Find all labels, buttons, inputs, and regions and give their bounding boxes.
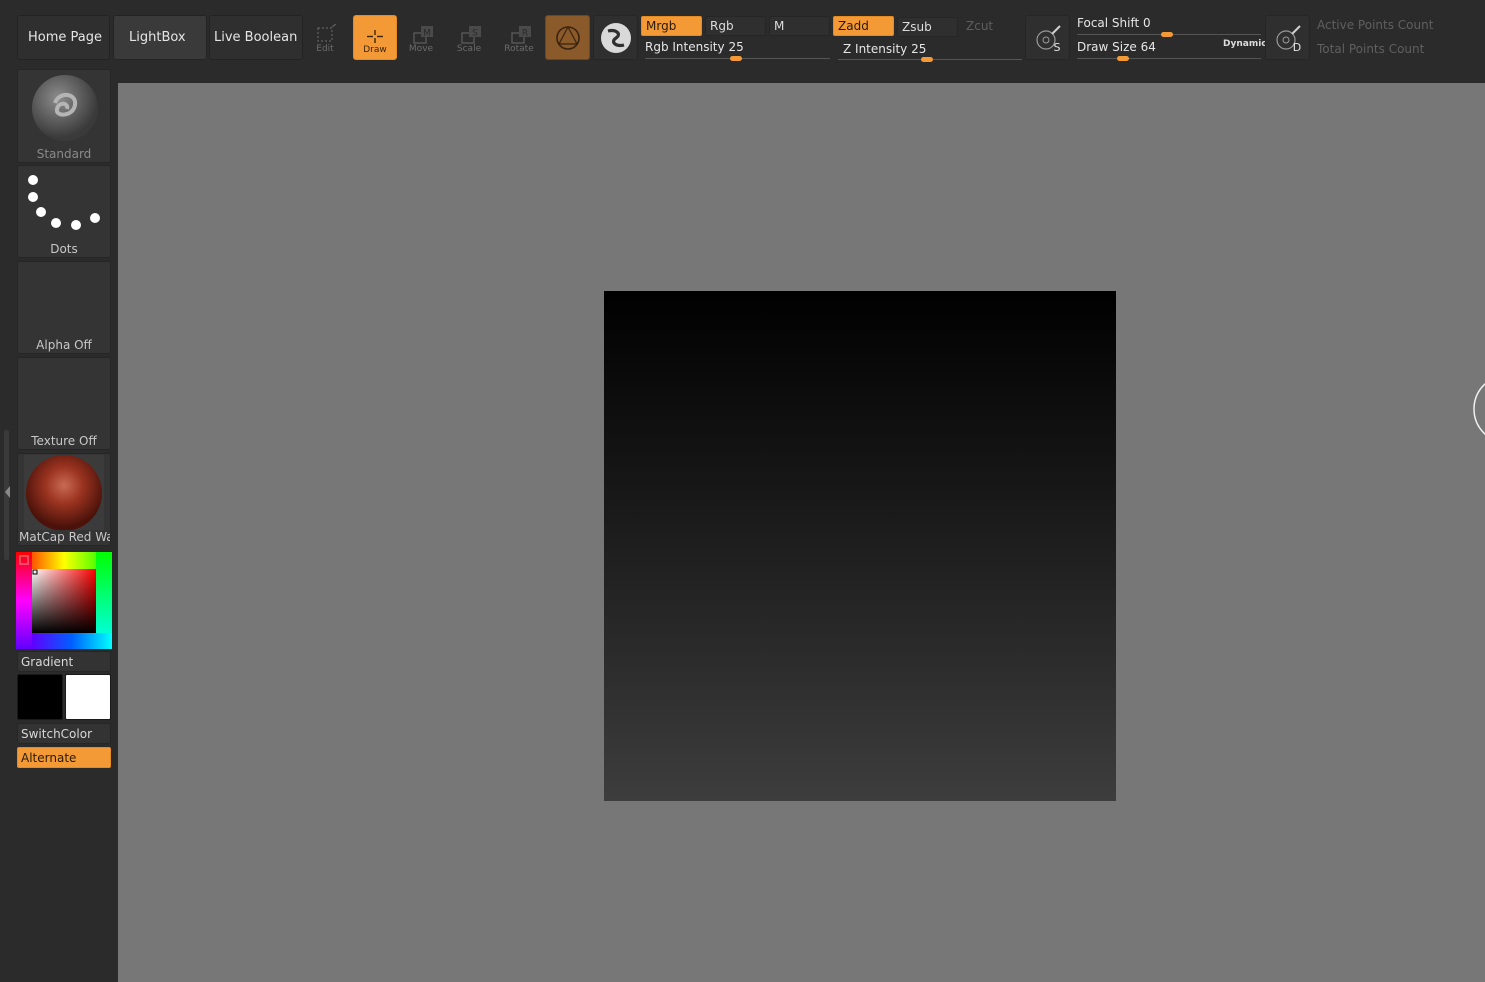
brush-d-letter: D bbox=[1293, 41, 1301, 54]
sculptris-icon bbox=[601, 23, 631, 53]
move-icon: M bbox=[413, 26, 433, 44]
draw-icon bbox=[367, 30, 383, 43]
brush-s-button[interactable]: S bbox=[1025, 15, 1070, 60]
brush-label: Standard bbox=[36, 147, 92, 161]
rgb-intensity-label: Rgb Intensity bbox=[645, 40, 725, 54]
color-picker-wheel[interactable] bbox=[16, 552, 112, 649]
edit-icon bbox=[317, 24, 337, 42]
rotate-icon: R bbox=[511, 26, 531, 44]
navigation-gizmo[interactable] bbox=[1472, 375, 1485, 445]
material-sphere-icon bbox=[556, 26, 580, 50]
move-label: Move bbox=[408, 44, 434, 54]
draw-tool-button[interactable]: Draw bbox=[353, 15, 397, 60]
alternate-button[interactable]: Alternate bbox=[17, 747, 111, 768]
stroke-label: Dots bbox=[50, 242, 78, 256]
rgb-intensity-knob[interactable] bbox=[730, 56, 742, 61]
shelf-collapse-handle[interactable] bbox=[4, 430, 10, 560]
zadd-button[interactable]: Zadd bbox=[833, 16, 894, 36]
lightbox-button[interactable]: LightBox bbox=[113, 15, 207, 60]
material-label: MatCap Red Wax bbox=[19, 530, 110, 544]
m-button[interactable]: M bbox=[769, 16, 830, 36]
alpha-tile[interactable]: Alpha Off bbox=[17, 261, 111, 354]
gradient-button[interactable]: Gradient bbox=[17, 651, 111, 672]
rotate-label: Rotate bbox=[504, 44, 534, 54]
draw-size-label: Draw Size bbox=[1077, 40, 1137, 54]
main-color-swatch[interactable] bbox=[17, 674, 63, 720]
svg-text:M: M bbox=[423, 29, 431, 39]
scale-label: Scale bbox=[456, 44, 482, 54]
draw-label: Draw bbox=[363, 45, 387, 55]
brush-tile[interactable]: Standard bbox=[17, 69, 111, 163]
gizmo-circle-icon bbox=[1473, 382, 1485, 436]
focal-shift-label: Focal Shift bbox=[1077, 16, 1140, 30]
rgb-button[interactable]: Rgb bbox=[705, 16, 766, 36]
dots-stroke-icon bbox=[28, 175, 100, 230]
brush-s-icon: S bbox=[1036, 25, 1061, 54]
brush-d-button[interactable]: D bbox=[1265, 15, 1310, 60]
switch-color-button[interactable]: SwitchColor bbox=[17, 723, 111, 744]
z-intensity-slider[interactable]: Z Intensity 25 bbox=[843, 42, 926, 56]
chevron-left-icon bbox=[5, 486, 10, 498]
brush-d-icon: D bbox=[1276, 25, 1301, 54]
rgb-intensity-slider[interactable]: Rgb Intensity 25 bbox=[645, 40, 744, 54]
matcap-sphere-icon bbox=[24, 455, 104, 530]
focal-shift-value: 0 bbox=[1143, 16, 1151, 30]
active-points-count: Active Points Count bbox=[1317, 18, 1434, 32]
color-picker[interactable] bbox=[16, 552, 112, 649]
stroke-tile[interactable]: Dots bbox=[17, 165, 111, 258]
rgb-intensity-value: 25 bbox=[728, 40, 744, 54]
texture-tile[interactable]: Texture Off bbox=[17, 357, 111, 450]
secondary-color-swatch[interactable] bbox=[65, 674, 111, 720]
scale-tool-button[interactable]: S Scale bbox=[447, 15, 491, 60]
brush-s-letter: S bbox=[1054, 41, 1061, 54]
edit-label: Edit bbox=[316, 44, 334, 54]
standard-brush-icon bbox=[32, 75, 98, 141]
edit-tool-button[interactable]: Edit bbox=[303, 15, 347, 60]
sculptris-pro-button[interactable] bbox=[593, 15, 638, 60]
texture-label: Texture Off bbox=[31, 434, 97, 448]
alpha-label: Alpha Off bbox=[36, 338, 92, 352]
focal-shift-knob[interactable] bbox=[1161, 32, 1173, 37]
mrgb-button[interactable]: Mrgb bbox=[641, 16, 702, 36]
draw-size-value: 64 bbox=[1140, 40, 1156, 54]
draw-size-slider[interactable]: Draw Size 64 bbox=[1077, 40, 1156, 54]
scale-icon: S bbox=[461, 26, 481, 44]
draw-size-track[interactable] bbox=[1077, 58, 1261, 59]
dynamic-toggle[interactable]: Dynamic bbox=[1223, 39, 1267, 49]
document-canvas[interactable] bbox=[604, 291, 1116, 801]
svg-text:S: S bbox=[472, 29, 478, 39]
total-points-count: Total Points Count bbox=[1317, 42, 1425, 56]
top-toolbar: Home Page LightBox Live Boolean Edit Dra… bbox=[0, 0, 1485, 76]
z-intensity-value: 25 bbox=[911, 42, 927, 56]
home-page-button[interactable]: Home Page bbox=[17, 15, 110, 60]
live-boolean-button[interactable]: Live Boolean bbox=[209, 15, 303, 60]
zsub-button[interactable]: Zsub bbox=[897, 17, 958, 37]
z-intensity-knob[interactable] bbox=[921, 57, 933, 62]
svg-text:R: R bbox=[522, 29, 528, 39]
move-tool-button[interactable]: M Move bbox=[399, 15, 443, 60]
material-preview-button[interactable] bbox=[545, 15, 590, 60]
draw-size-knob[interactable] bbox=[1117, 56, 1129, 61]
focal-shift-slider[interactable]: Focal Shift 0 bbox=[1077, 16, 1151, 30]
rotate-tool-button[interactable]: R Rotate bbox=[497, 15, 541, 60]
z-intensity-label: Z Intensity bbox=[843, 42, 908, 56]
material-tile[interactable]: MatCap Red Wax bbox=[17, 453, 111, 546]
zcut-button[interactable]: Zcut bbox=[961, 16, 1022, 36]
